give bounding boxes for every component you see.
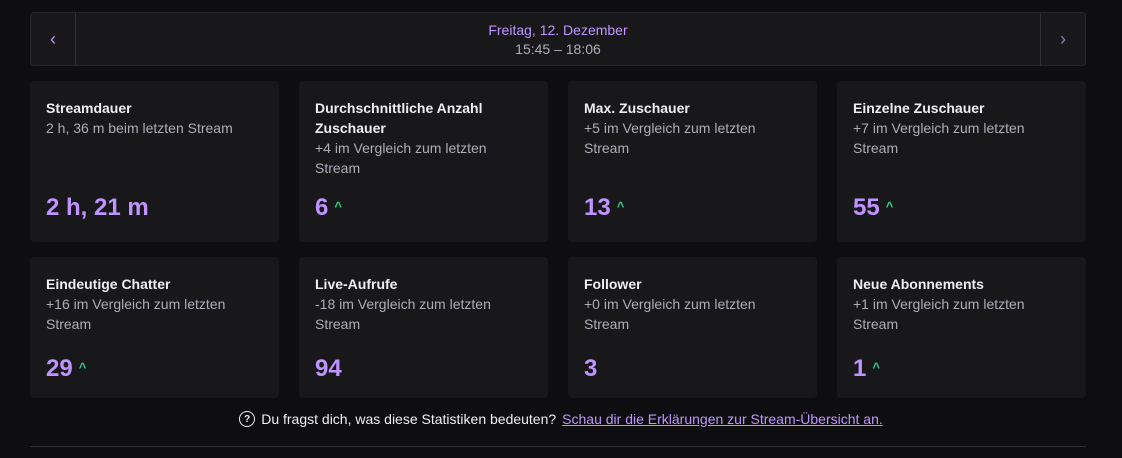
trend-up-icon: ^ xyxy=(78,359,87,375)
stat-value-wrapper: 6 ^ xyxy=(315,194,342,222)
stat-title: Eindeutige Chatter xyxy=(46,276,171,292)
stat-card-live-views: Live-Aufrufe -18 im Vergleich zum letzte… xyxy=(299,257,548,398)
stat-value: 1 xyxy=(853,355,867,382)
stat-title: Neue Abonnements xyxy=(853,276,984,292)
stats-help-note: ? Du fragst dich, was diese Statistiken … xyxy=(0,411,1122,427)
stream-date: Freitag, 12. Dezember xyxy=(488,21,628,38)
chevron-right-icon: › xyxy=(1060,28,1066,49)
stream-summary: ‹ Freitag, 12. Dezember 15:45 – 18:06 › … xyxy=(30,12,1086,398)
trend-up-icon: ^ xyxy=(872,359,880,375)
stat-comparison: +4 im Vergleich zum letzten Stream xyxy=(315,140,487,176)
stat-card-followers: Follower +0 im Vergleich zum letzten Str… xyxy=(568,257,817,398)
stat-card-unique-chatters: Eindeutige Chatter +16 im Vergleich zum … xyxy=(30,257,279,398)
stat-value: 55 xyxy=(853,194,880,221)
trend-up-icon: ^ xyxy=(616,198,625,214)
stream-summary-explanation-link[interactable]: Schau dir die Erklärungen zur Stream-Übe… xyxy=(562,411,883,427)
previous-stream-button[interactable]: ‹ xyxy=(31,13,76,65)
stat-value: 6 xyxy=(315,194,329,221)
stat-value-wrapper: 29 ^ xyxy=(46,355,86,383)
stat-value-wrapper: 3 xyxy=(584,355,597,383)
stat-value: 3 xyxy=(584,355,598,382)
chevron-left-icon: ‹ xyxy=(50,28,56,49)
stat-card-max-viewers: Max. Zuschauer +5 im Vergleich zum letzt… xyxy=(568,81,817,242)
stat-value-wrapper: 94 xyxy=(315,355,342,383)
help-question-text: Du fragst dich, was diese Statistiken be… xyxy=(261,411,557,427)
stat-value: 94 xyxy=(315,355,342,382)
stat-comparison: +7 im Vergleich zum letzten Stream xyxy=(853,120,1025,156)
stat-card-average-viewers: Durchschnittliche Anzahl Zuschauer +4 im… xyxy=(299,81,548,242)
stat-title: Live-Aufrufe xyxy=(315,276,398,292)
date-navigator: ‹ Freitag, 12. Dezember 15:45 – 18:06 › xyxy=(30,12,1086,66)
stat-card-stream-duration: Streamdauer 2 h, 36 m beim letzten Strea… xyxy=(30,81,279,242)
stat-title: Max. Zuschauer xyxy=(584,100,690,116)
stat-comparison: +0 im Vergleich zum letzten Stream xyxy=(584,296,756,332)
trend-up-icon: ^ xyxy=(334,198,342,214)
stream-date-info: Freitag, 12. Dezember 15:45 – 18:06 xyxy=(76,13,1040,65)
stat-comparison: +16 im Vergleich zum letzten Stream xyxy=(46,296,226,332)
stat-value-wrapper: 55 ^ xyxy=(853,194,893,222)
stat-value: 13 xyxy=(584,194,611,221)
stat-title: Einzelne Zuschauer xyxy=(853,100,985,116)
stat-title: Streamdauer xyxy=(46,100,132,116)
stat-value-wrapper: 2 h, 21 m xyxy=(46,194,149,222)
stat-value-wrapper: 1 ^ xyxy=(853,355,880,383)
trend-up-icon: ^ xyxy=(885,198,894,214)
section-divider xyxy=(30,446,1086,447)
stat-title: Durchschnittliche Anzahl Zuschauer xyxy=(315,100,483,136)
stat-card-unique-viewers: Einzelne Zuschauer +7 im Vergleich zum l… xyxy=(837,81,1086,242)
stats-grid: Streamdauer 2 h, 36 m beim letzten Strea… xyxy=(30,81,1086,398)
question-circle-icon: ? xyxy=(239,411,256,427)
stat-comparison: +5 im Vergleich zum letzten Stream xyxy=(584,120,756,156)
stat-value: 29 xyxy=(46,355,73,382)
stat-value-wrapper: 13 ^ xyxy=(584,194,624,222)
stat-card-new-subscriptions: Neue Abonnements +1 im Vergleich zum let… xyxy=(837,257,1086,398)
stat-value: 2 h, 21 m xyxy=(46,194,149,221)
stat-comparison: -18 im Vergleich zum letzten Stream xyxy=(315,296,491,332)
stream-time-range: 15:45 – 18:06 xyxy=(515,40,601,57)
next-stream-button[interactable]: › xyxy=(1040,13,1085,65)
stat-title: Follower xyxy=(584,276,642,292)
stat-comparison: +1 im Vergleich zum letzten Stream xyxy=(853,296,1025,332)
stat-comparison: 2 h, 36 m beim letzten Stream xyxy=(46,120,233,136)
